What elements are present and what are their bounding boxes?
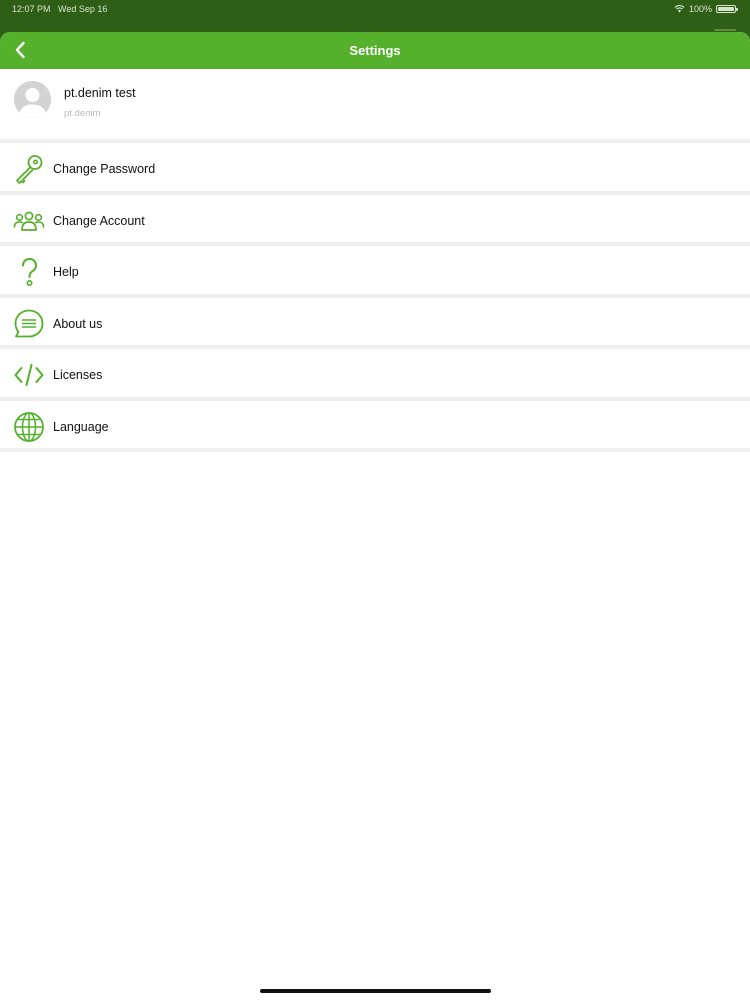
about-us-label: About us <box>53 316 103 331</box>
profile-name: pt.denim test <box>64 86 136 100</box>
change-account-row[interactable]: Change Account <box>0 194 750 246</box>
language-row[interactable]: Language <box>0 400 750 452</box>
screen: 12:07 PM Wed Sep 16 100% Settings pt.den… <box>0 0 750 1000</box>
change-password-row[interactable]: Change Password <box>0 143 750 195</box>
help-label: Help <box>53 265 79 279</box>
battery-icon <box>716 5 738 13</box>
nav-bar: Settings <box>0 32 750 69</box>
status-right: 100% <box>674 4 738 14</box>
licenses-row[interactable]: Licenses <box>0 349 750 401</box>
licenses-label: Licenses <box>53 368 103 382</box>
avatar <box>14 81 51 118</box>
wifi-icon <box>674 5 685 13</box>
battery-percent: 100% <box>688 4 712 14</box>
profile-username: pt.denim <box>64 108 101 119</box>
language-label: Language <box>53 419 109 434</box>
status-time: 12:07 PM Wed Sep 16 <box>12 4 107 14</box>
home-indicator <box>260 989 491 993</box>
globe-icon <box>14 411 44 442</box>
change-password-label: Change Password <box>53 162 156 176</box>
page-title: Settings <box>349 43 401 58</box>
user-icon <box>14 81 51 118</box>
status-time-text: 12:07 PM <box>12 4 51 14</box>
chevron-left-icon <box>15 41 25 59</box>
status-date-text: Wed Sep 16 <box>58 4 108 14</box>
question-icon <box>22 257 38 286</box>
key-icon <box>16 155 43 184</box>
about-us-row[interactable]: About us <box>0 297 750 349</box>
code-icon <box>14 364 44 386</box>
change-account-label: Change Account <box>53 213 145 228</box>
help-row[interactable]: Help <box>0 246 750 298</box>
back-button[interactable] <box>6 36 34 64</box>
settings-sheet: Settings pt.denim test pt.denim Change P… <box>0 32 750 1000</box>
people-icon <box>13 211 45 231</box>
background-handle <box>714 29 736 31</box>
chat-bubble-icon <box>14 309 44 337</box>
profile-card[interactable]: pt.denim test pt.denim <box>0 69 750 139</box>
